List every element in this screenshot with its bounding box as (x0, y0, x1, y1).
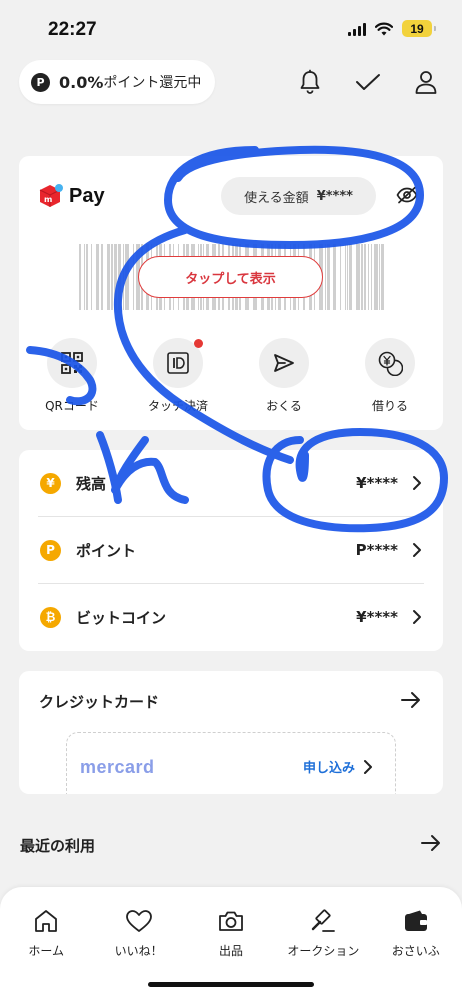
balance-row-value: P**** (355, 541, 398, 559)
camera-icon (217, 907, 245, 935)
action-label: 借りる (371, 399, 408, 413)
nav-label: オークション (287, 944, 360, 958)
battery-icon: 19 (402, 20, 436, 37)
bitcoin-coin-icon: ₿ (40, 606, 61, 628)
available-balance-pill[interactable]: 使える金額 ¥**** (221, 177, 376, 215)
tap-to-show-button[interactable]: タップして表示 (138, 256, 323, 298)
credit-card-section: クレジットカード mercard 申し込み (19, 671, 443, 794)
points-rate: 0.0% (59, 72, 104, 92)
status-icons: 19 (348, 20, 436, 37)
nav-label: いいね！ (114, 944, 163, 958)
home-indicator (148, 982, 314, 987)
balance-row-cash[interactable]: ¥ 残高 ¥**** (19, 450, 443, 516)
action-borrow[interactable]: 借りる (337, 338, 443, 414)
recent-usage-title: 最近の利用 (20, 837, 96, 855)
balance-row-value: ¥**** (356, 474, 398, 492)
wifi-icon (375, 22, 393, 35)
notification-dot (194, 339, 203, 348)
balance-row-label: ビットコイン (76, 608, 167, 627)
heart-icon (125, 907, 153, 935)
nav-wallet[interactable]: おさいふ (370, 907, 462, 959)
gavel-icon (309, 907, 337, 935)
recent-usage-header[interactable]: 最近の利用 (19, 830, 443, 860)
balance-row-label: 残高 (76, 474, 107, 493)
nav-label: ホーム (28, 944, 65, 958)
chevron-right-icon (413, 610, 421, 624)
apply-link[interactable]: 申し込み (303, 757, 373, 776)
merpay-logo-letter: m (44, 195, 52, 204)
available-balance-value: ¥**** (316, 188, 353, 204)
home-icon (32, 907, 60, 935)
balance-row-bitcoin[interactable]: ₿ ビットコイン ¥**** (19, 584, 443, 650)
status-time: 22:27 (48, 19, 97, 40)
points-badge-icon: P (31, 72, 50, 92)
nav-likes[interactable]: いいね！ (92, 907, 184, 959)
chevron-right-icon (413, 543, 421, 557)
notification-bell-icon[interactable] (296, 68, 324, 96)
action-send[interactable]: おくる (231, 338, 337, 414)
nav-label: 出品 (218, 944, 243, 958)
header-actions (296, 68, 440, 96)
apply-link-label: 申し込み (302, 761, 355, 776)
nav-sell[interactable]: 出品 (185, 907, 277, 959)
cellular-signal-icon (348, 22, 366, 36)
merpay-card: m Pay 使える金額 ¥**** タップして表示 QRコード タッチ決済 おく… (19, 156, 443, 430)
merpay-logo: m Pay (37, 183, 105, 209)
action-label: タッチ決済 (147, 399, 208, 413)
points-rate-text: ポイント還元中 (103, 75, 202, 91)
action-qr-code[interactable]: QRコード (19, 338, 125, 414)
chevron-right-icon (364, 759, 372, 774)
recent-usage-arrow-icon[interactable] (421, 834, 441, 856)
points-coin-icon: P (40, 539, 61, 561)
available-balance-label: 使える金額 (244, 190, 309, 206)
chevron-right-icon (413, 476, 421, 490)
mercard-logo: mercard (80, 757, 155, 777)
todo-check-icon[interactable] (354, 68, 382, 96)
send-icon (274, 354, 294, 372)
balance-row-label: ポイント (76, 541, 137, 560)
id-touch-icon (167, 352, 189, 374)
pay-logo-text: Pay (69, 184, 105, 207)
wallet-icon (402, 907, 430, 935)
nav-label: おさいふ (391, 944, 440, 958)
points-rate-pill[interactable]: P 0.0% ポイント還元中 (19, 60, 215, 104)
hide-balance-eye-icon[interactable] (396, 186, 418, 208)
account-profile-icon[interactable] (412, 68, 440, 96)
action-label: QRコード (45, 399, 99, 413)
status-bar: 22:27 19 (0, 0, 462, 56)
borrow-coins-icon (378, 351, 403, 376)
merpay-box-logo-icon: m (39, 184, 63, 207)
nav-auction[interactable]: オークション (277, 907, 369, 959)
nav-home[interactable]: ホーム (0, 907, 92, 959)
yen-coin-icon: ¥ (40, 472, 61, 494)
action-touch-pay[interactable]: タッチ決済 (125, 338, 231, 414)
pay-actions: QRコード タッチ決済 おくる 借りる (19, 338, 443, 414)
balances-card: ¥ 残高 ¥**** P ポイント P**** ₿ ビットコイン ¥**** (19, 450, 443, 651)
credit-card-arrow-icon[interactable] (401, 691, 421, 713)
bottom-navigation: ホーム いいね！ 出品 オークション おさいふ (0, 887, 462, 999)
balance-row-value: ¥**** (356, 608, 398, 626)
qr-code-icon (61, 352, 83, 374)
balance-row-points[interactable]: P ポイント P**** (19, 517, 443, 583)
header: P 0.0% ポイント還元中 (0, 60, 462, 106)
action-label: おくる (266, 399, 302, 413)
credit-card-title: クレジットカード (39, 693, 160, 711)
mercard-promo[interactable]: mercard 申し込み (66, 732, 396, 794)
